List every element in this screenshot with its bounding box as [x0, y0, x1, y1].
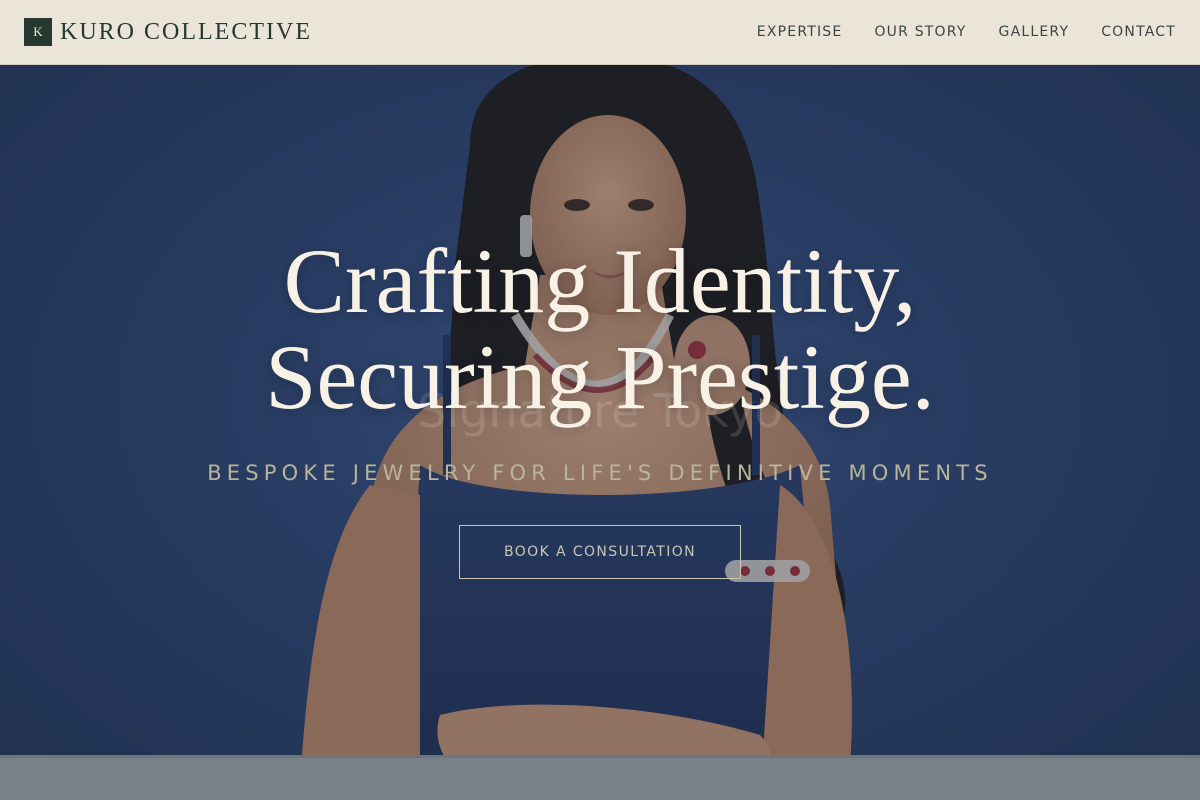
- brand-logo-link[interactable]: K KURO COLLECTIVE: [24, 18, 312, 46]
- hero-section: Signature Tokyo Crafting Identity, Secur…: [0, 65, 1200, 800]
- hero-title-line-1: Crafting Identity,: [283, 230, 917, 332]
- logo-mark: K: [24, 18, 52, 46]
- site-header: K KURO COLLECTIVE EXPERTISE OUR STORY GA…: [0, 0, 1200, 65]
- nav-our-story[interactable]: OUR STORY: [874, 24, 966, 40]
- hero-content: Crafting Identity, Securing Prestige. BE…: [0, 65, 1200, 800]
- book-consultation-button[interactable]: BOOK A CONSULTATION: [459, 525, 741, 579]
- nav-contact[interactable]: CONTACT: [1101, 24, 1176, 40]
- brand-name: KURO COLLECTIVE: [60, 18, 312, 45]
- nav-expertise[interactable]: EXPERTISE: [757, 24, 843, 40]
- hero-title-line-2: Securing Prestige.: [265, 326, 935, 428]
- hero-title: Crafting Identity, Securing Prestige.: [265, 233, 934, 425]
- nav-gallery[interactable]: GALLERY: [999, 24, 1070, 40]
- hero-subtitle: BESPOKE JEWELRY FOR LIFE'S DEFINITIVE MO…: [207, 461, 993, 485]
- main-nav: EXPERTISE OUR STORY GALLERY CONTACT: [757, 24, 1176, 40]
